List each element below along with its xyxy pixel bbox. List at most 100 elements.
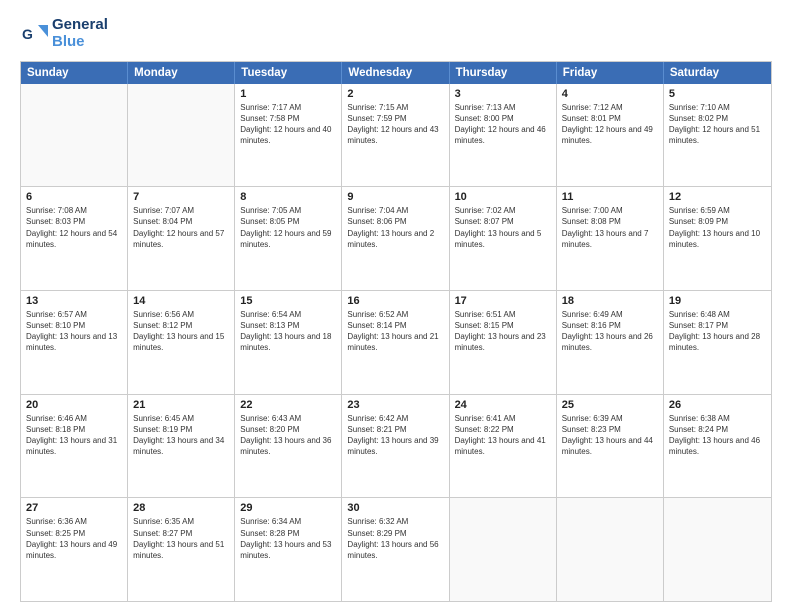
day-info: Sunrise: 6:45 AM Sunset: 8:19 PM Dayligh… <box>133 413 229 458</box>
calendar-cell: 30 Sunrise: 6:32 AM Sunset: 8:29 PM Dayli… <box>342 498 449 601</box>
day-info: Sunrise: 6:48 AM Sunset: 8:17 PM Dayligh… <box>669 309 766 354</box>
day-info: Sunrise: 6:59 AM Sunset: 8:09 PM Dayligh… <box>669 205 766 250</box>
day-header-tuesday: Tuesday <box>235 62 342 84</box>
day-header-sunday: Sunday <box>21 62 128 84</box>
day-info: Sunrise: 6:46 AM Sunset: 8:18 PM Dayligh… <box>26 413 122 458</box>
day-header-monday: Monday <box>128 62 235 84</box>
calendar-cell: 21Sunrise: 6:45 AM Sunset: 8:19 PM Dayli… <box>128 395 235 498</box>
day-number: 30 <box>347 502 443 514</box>
day-info: Sunrise: 6:54 AM Sunset: 8:13 PM Dayligh… <box>240 309 336 354</box>
day-info: Sunrise: 7:15 AM Sunset: 7:59 PM Dayligh… <box>347 102 443 147</box>
calendar-header: SundayMondayTuesdayWednesdayThursdayFrid… <box>21 62 771 84</box>
calendar-cell: 10 Sunrise: 7:02 AM Sunset: 8:07 PM Dayli… <box>450 187 557 290</box>
day-info: Sunrise: 7:02 AM Sunset: 8:07 PM Dayligh… <box>455 205 551 250</box>
day-number: 9 <box>347 191 443 203</box>
day-header-friday: Friday <box>557 62 664 84</box>
day-info: Sunrise: 6:32 AM Sunset: 8:29 PM Dayligh… <box>347 516 443 561</box>
calendar-cell: 4 Sunrise: 7:12 AM Sunset: 8:01 PM Daylig… <box>557 84 664 187</box>
day-info: Sunrise: 6:52 AM Sunset: 8:14 PM Dayligh… <box>347 309 443 354</box>
calendar-cell: 11 Sunrise: 7:00 AM Sunset: 8:08 PM Dayli… <box>557 187 664 290</box>
calendar-cell: 29 Sunrise: 6:34 AM Sunset: 8:28 PM Dayli… <box>235 498 342 601</box>
day-number: 10 <box>455 191 551 203</box>
day-number: 5 <box>669 88 766 100</box>
day-number: 13 <box>26 295 122 307</box>
calendar-row-4: 20Sunrise: 6:46 AM Sunset: 8:18 PM Dayli… <box>21 394 771 498</box>
calendar-cell <box>128 84 235 187</box>
day-number: 17 <box>455 295 551 307</box>
calendar-cell: 25 Sunrise: 6:39 AM Sunset: 8:23 PM Dayli… <box>557 395 664 498</box>
day-info: Sunrise: 7:17 AM Sunset: 7:58 PM Dayligh… <box>240 102 336 147</box>
day-number: 16 <box>347 295 443 307</box>
day-number: 4 <box>562 88 658 100</box>
day-info: Sunrise: 6:35 AM Sunset: 8:27 PM Dayligh… <box>133 516 229 561</box>
day-info: Sunrise: 6:39 AM Sunset: 8:23 PM Dayligh… <box>562 413 658 458</box>
calendar-cell: 27 Sunrise: 6:36 AM Sunset: 8:25 PM Dayli… <box>21 498 128 601</box>
day-info: Sunrise: 6:56 AM Sunset: 8:12 PM Dayligh… <box>133 309 229 354</box>
svg-text:G: G <box>22 26 33 42</box>
day-info: Sunrise: 7:12 AM Sunset: 8:01 PM Dayligh… <box>562 102 658 147</box>
calendar-cell: 24Sunrise: 6:41 AM Sunset: 8:22 PM Dayli… <box>450 395 557 498</box>
day-number: 25 <box>562 399 658 411</box>
calendar-row-3: 13 Sunrise: 6:57 AM Sunset: 8:10 PM Dayli… <box>21 290 771 394</box>
day-number: 8 <box>240 191 336 203</box>
day-info: Sunrise: 7:05 AM Sunset: 8:05 PM Dayligh… <box>240 205 336 250</box>
day-number: 6 <box>26 191 122 203</box>
calendar-cell: 28Sunrise: 6:35 AM Sunset: 8:27 PM Dayli… <box>128 498 235 601</box>
day-header-saturday: Saturday <box>664 62 771 84</box>
day-info: Sunrise: 7:08 AM Sunset: 8:03 PM Dayligh… <box>26 205 122 250</box>
day-number: 7 <box>133 191 229 203</box>
day-info: Sunrise: 6:38 AM Sunset: 8:24 PM Dayligh… <box>669 413 766 458</box>
day-info: Sunrise: 6:36 AM Sunset: 8:25 PM Dayligh… <box>26 516 122 561</box>
day-info: Sunrise: 6:49 AM Sunset: 8:16 PM Dayligh… <box>562 309 658 354</box>
logo: G General Blue <box>20 16 108 51</box>
day-number: 15 <box>240 295 336 307</box>
calendar-cell: 23Sunrise: 6:42 AM Sunset: 8:21 PM Dayli… <box>342 395 449 498</box>
calendar-cell: 15 Sunrise: 6:54 AM Sunset: 8:13 PM Dayli… <box>235 291 342 394</box>
day-number: 29 <box>240 502 336 514</box>
calendar-cell <box>664 498 771 601</box>
day-info: Sunrise: 6:42 AM Sunset: 8:21 PM Dayligh… <box>347 413 443 458</box>
calendar-cell: 26 Sunrise: 6:38 AM Sunset: 8:24 PM Dayli… <box>664 395 771 498</box>
day-number: 27 <box>26 502 122 514</box>
calendar-row-2: 6 Sunrise: 7:08 AM Sunset: 8:03 PM Daylig… <box>21 186 771 290</box>
day-info: Sunrise: 6:51 AM Sunset: 8:15 PM Dayligh… <box>455 309 551 354</box>
calendar-cell: 8 Sunrise: 7:05 AM Sunset: 8:05 PM Daylig… <box>235 187 342 290</box>
day-number: 1 <box>240 88 336 100</box>
calendar-body: 1 Sunrise: 7:17 AM Sunset: 7:58 PM Daylig… <box>21 84 771 602</box>
calendar-cell: 22 Sunrise: 6:43 AM Sunset: 8:20 PM Dayli… <box>235 395 342 498</box>
calendar-cell: 5Sunrise: 7:10 AM Sunset: 8:02 PM Daylig… <box>664 84 771 187</box>
day-info: Sunrise: 6:57 AM Sunset: 8:10 PM Dayligh… <box>26 309 122 354</box>
calendar-cell: 3 Sunrise: 7:13 AM Sunset: 8:00 PM Daylig… <box>450 84 557 187</box>
day-info: Sunrise: 6:34 AM Sunset: 8:28 PM Dayligh… <box>240 516 336 561</box>
day-info: Sunrise: 7:13 AM Sunset: 8:00 PM Dayligh… <box>455 102 551 147</box>
calendar-cell: 12 Sunrise: 6:59 AM Sunset: 8:09 PM Dayli… <box>664 187 771 290</box>
day-header-wednesday: Wednesday <box>342 62 449 84</box>
calendar: SundayMondayTuesdayWednesdayThursdayFrid… <box>20 61 772 603</box>
calendar-cell: 6 Sunrise: 7:08 AM Sunset: 8:03 PM Daylig… <box>21 187 128 290</box>
logo-text-line2: Blue <box>52 33 108 50</box>
calendar-cell: 2Sunrise: 7:15 AM Sunset: 7:59 PM Daylig… <box>342 84 449 187</box>
day-number: 18 <box>562 295 658 307</box>
calendar-cell <box>21 84 128 187</box>
logo-icon: G <box>20 19 48 47</box>
day-header-thursday: Thursday <box>450 62 557 84</box>
day-number: 26 <box>669 399 766 411</box>
day-info: Sunrise: 6:43 AM Sunset: 8:20 PM Dayligh… <box>240 413 336 458</box>
calendar-row-5: 27 Sunrise: 6:36 AM Sunset: 8:25 PM Dayli… <box>21 497 771 601</box>
calendar-row-1: 1 Sunrise: 7:17 AM Sunset: 7:58 PM Daylig… <box>21 84 771 187</box>
calendar-cell: 9Sunrise: 7:04 AM Sunset: 8:06 PM Daylig… <box>342 187 449 290</box>
calendar-cell: 17 Sunrise: 6:51 AM Sunset: 8:15 PM Dayli… <box>450 291 557 394</box>
day-number: 19 <box>669 295 766 307</box>
calendar-cell <box>557 498 664 601</box>
calendar-cell: 13 Sunrise: 6:57 AM Sunset: 8:10 PM Dayli… <box>21 291 128 394</box>
page-header: G General Blue <box>20 16 772 51</box>
day-number: 12 <box>669 191 766 203</box>
calendar-cell: 7Sunrise: 7:07 AM Sunset: 8:04 PM Daylig… <box>128 187 235 290</box>
calendar-cell: 19 Sunrise: 6:48 AM Sunset: 8:17 PM Dayli… <box>664 291 771 394</box>
day-info: Sunrise: 7:00 AM Sunset: 8:08 PM Dayligh… <box>562 205 658 250</box>
day-number: 11 <box>562 191 658 203</box>
calendar-cell: 14 Sunrise: 6:56 AM Sunset: 8:12 PM Dayli… <box>128 291 235 394</box>
day-number: 14 <box>133 295 229 307</box>
day-number: 3 <box>455 88 551 100</box>
day-number: 22 <box>240 399 336 411</box>
